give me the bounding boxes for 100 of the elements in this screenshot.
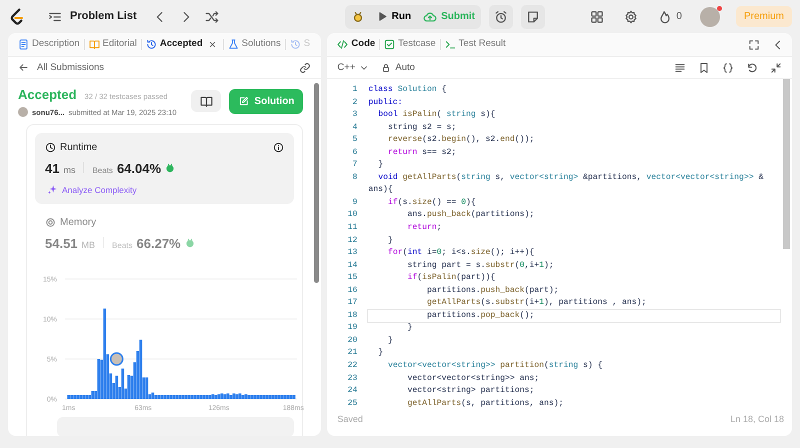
- book-button[interactable]: [191, 90, 222, 112]
- line-number: 24: [346, 385, 358, 398]
- metric-unit: MB: [82, 239, 96, 252]
- run-button[interactable]: Run: [370, 4, 418, 28]
- code-line: string s2 = s;: [386, 122, 458, 134]
- code-line: vector<vector<string>> partition(string s) {: [386, 360, 604, 372]
- history-icon: [146, 39, 157, 50]
- tab[interactable]: Accepted: [142, 33, 223, 56]
- user-avatar: [18, 107, 28, 118]
- link-icon: [299, 62, 312, 74]
- line-number: 25: [346, 398, 358, 406]
- line-number: 23: [346, 372, 358, 385]
- metric-label: Memory: [60, 216, 96, 230]
- undo-icon: [746, 62, 758, 74]
- language-dropdown[interactable]: C++: [335, 60, 372, 74]
- code-line: getAllParts(s.substr(i+1), partitions , ans);: [426, 297, 648, 310]
- code-line: bool isPalin( string s){: [377, 109, 496, 122]
- cursor-position: Ln 18, Col 18: [730, 412, 784, 426]
- scrollbar-thumb[interactable]: [783, 79, 790, 249]
- line-number: 16: [346, 284, 358, 297]
- tab[interactable]: Editorial: [84, 33, 141, 56]
- metric-panel[interactable]: Memory 54.51 MB Beats 66.27%: [35, 208, 294, 261]
- tab[interactable]: Description: [14, 33, 84, 56]
- line-number: 4: [352, 122, 358, 134]
- beats-label: Beats: [92, 164, 113, 177]
- tab[interactable]: Solutions: [224, 33, 285, 56]
- problem-list-button[interactable]: Problem List: [46, 8, 139, 26]
- scrollbar-thumb[interactable]: [314, 83, 320, 283]
- code-line: getAllParts(s, partitions, ans);: [406, 398, 564, 406]
- line-number: 6: [352, 146, 358, 159]
- code-line: ans.push_back(partitions);: [406, 209, 536, 222]
- grid-icon: [590, 10, 604, 24]
- streak-button[interactable]: 0: [656, 8, 684, 26]
- expand-icon: [748, 38, 760, 50]
- checkbox-icon: [384, 39, 396, 50]
- line-number: 3: [352, 109, 358, 122]
- cloud-upload-icon: [423, 10, 438, 24]
- beats-label: Beats: [112, 240, 133, 252]
- code-line: }: [377, 159, 384, 172]
- line-number: 2: [352, 96, 358, 109]
- metric-unit: ms: [63, 164, 76, 177]
- timer-button[interactable]: [488, 4, 513, 28]
- braces-icon: [722, 62, 734, 74]
- beats-value: 66.27%: [136, 235, 181, 254]
- settings-icon: [624, 10, 638, 24]
- code-line: public:: [368, 96, 404, 109]
- line-number: 12: [346, 234, 358, 247]
- bookmark-icon: [698, 62, 710, 74]
- save-status: Saved: [337, 412, 363, 426]
- document-icon: [18, 39, 29, 50]
- notes-button[interactable]: [520, 4, 545, 28]
- close-icon: [208, 40, 217, 49]
- note-icon: [526, 10, 540, 24]
- tab[interactable]: Test Result: [440, 33, 510, 56]
- metric-panel[interactable]: Runtime 41 ms Beats 64.04% Analyze Complexity: [35, 132, 294, 204]
- line-number: 13: [346, 247, 358, 260]
- all-submissions-link[interactable]: All Submissions: [16, 60, 106, 75]
- status-text: Accepted: [18, 86, 77, 104]
- line-number: 10: [346, 209, 358, 222]
- badge-icon: [184, 238, 195, 248]
- auto-mode-button[interactable]: Auto: [379, 60, 417, 74]
- avatar-marker: [110, 352, 124, 366]
- notification-dot: [716, 6, 722, 10]
- flask-icon: [228, 39, 239, 50]
- code-line: }: [377, 347, 384, 360]
- line-number: 14: [346, 260, 358, 272]
- solution-button[interactable]: Solution: [229, 88, 304, 114]
- code-line: void getAllParts(string s, vector<string> &partitions, vector<vector<string>> & ans){: [368, 172, 764, 196]
- code-line: string part = s.substr(0,i+1);: [406, 260, 555, 272]
- line-number: 9: [352, 196, 358, 209]
- code-line: partitions.pop_back();: [368, 310, 780, 322]
- code-line: partitions.push_back(part);: [426, 284, 560, 297]
- code-line: return;: [406, 222, 443, 234]
- code-line: for(int i=0; i<s.size(); i++){: [386, 247, 536, 260]
- line-number: 7: [352, 159, 358, 172]
- shuffle-icon: [204, 10, 219, 24]
- tab[interactable]: Testcase: [380, 33, 440, 56]
- line-number: 18: [346, 310, 358, 322]
- code-icon: [337, 39, 348, 50]
- tab[interactable]: Code: [333, 33, 380, 56]
- lines-icon: [674, 62, 686, 74]
- beats-value: 64.04%: [116, 160, 162, 178]
- line-number: 22: [346, 360, 358, 372]
- avatar[interactable]: [700, 6, 720, 26]
- lock-icon: [381, 62, 392, 72]
- code-line: if(isPalin(part)){: [406, 272, 496, 284]
- code-line: if(s.size() == 0){: [386, 196, 477, 209]
- code-line: vector<string> partitions;: [406, 385, 536, 398]
- line-number: 1: [352, 84, 358, 96]
- book-icon: [88, 39, 100, 50]
- arrow-left-icon: [18, 62, 29, 73]
- line-number: 19: [346, 322, 358, 334]
- info-icon: [273, 142, 284, 153]
- line-number: 5: [352, 134, 358, 146]
- metric-value: 54.51: [45, 235, 78, 254]
- code-line: }: [386, 334, 394, 347]
- metric-value: 41: [45, 160, 60, 178]
- analyze-complexity-button[interactable]: Analyze Complexity: [45, 182, 139, 198]
- line-number: 21: [346, 347, 358, 360]
- terminal-icon: [444, 39, 456, 50]
